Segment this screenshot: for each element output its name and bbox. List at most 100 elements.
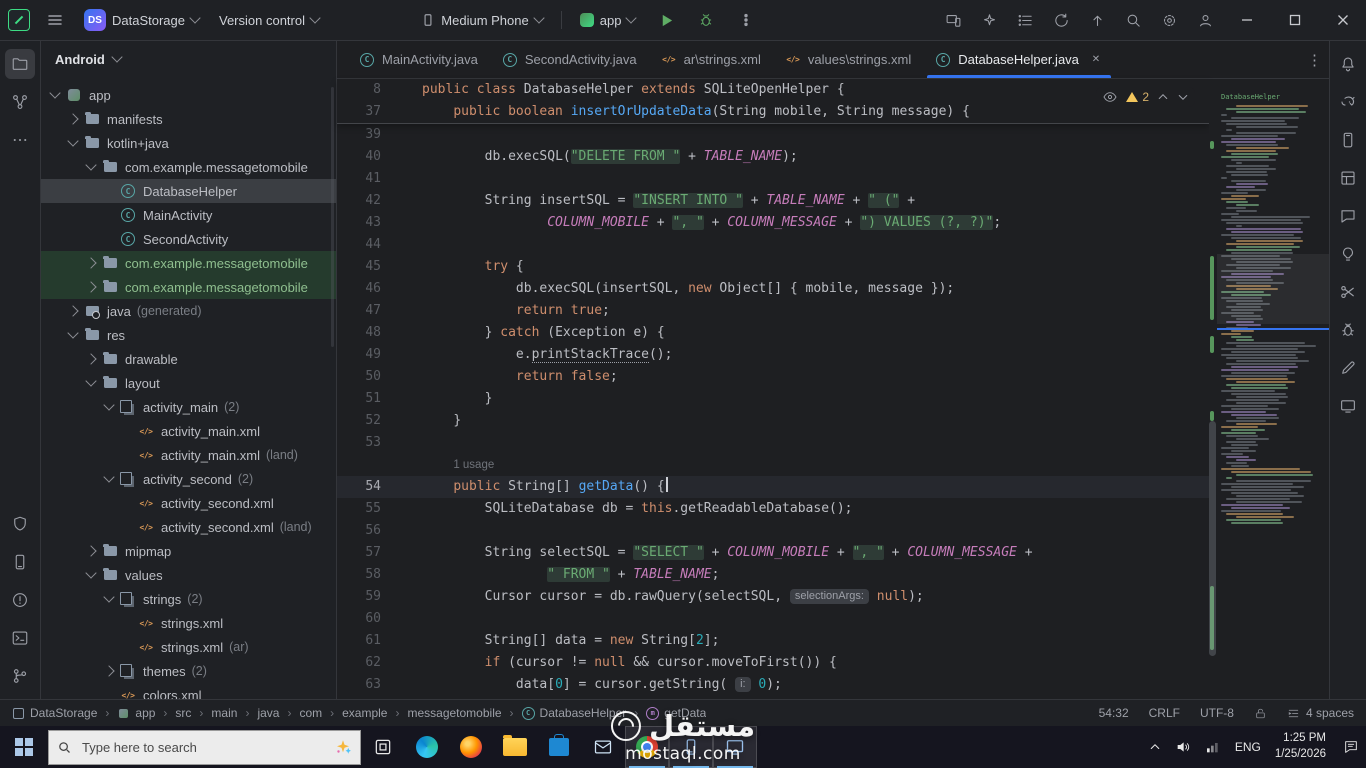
minimap-viewport[interactable] — [1217, 254, 1329, 324]
app-links-button[interactable] — [1333, 277, 1363, 307]
tree-item-activity_main[interactable]: activity_main (2) — [41, 395, 336, 419]
chrome-button[interactable] — [625, 726, 669, 768]
editor-tab[interactable]: MainActivity.java — [347, 41, 490, 78]
task-view-button[interactable] — [361, 726, 405, 768]
structure-tool-button[interactable] — [5, 87, 35, 117]
tree-item-manifests[interactable]: manifests — [41, 107, 336, 131]
chevron-down-icon[interactable] — [67, 135, 79, 147]
tree-item-MainActivity[interactable]: MainActivity — [41, 203, 336, 227]
chevron-down-icon[interactable] — [67, 327, 79, 339]
caret-position[interactable]: 54:32 — [1099, 706, 1129, 720]
tree-item-com.example.messagetomobile[interactable]: com.example.messagetomobile — [41, 251, 336, 275]
more-tool-windows-button[interactable] — [5, 125, 35, 155]
volume-button[interactable] — [1168, 726, 1198, 768]
version-control-tool-button[interactable] — [5, 661, 35, 691]
problems-tool-button[interactable] — [5, 585, 35, 615]
breadcrumb-java[interactable]: java — [257, 706, 299, 720]
store-button[interactable] — [537, 726, 581, 768]
minimap[interactable]: DatabaseHelper — [1209, 79, 1329, 699]
project-scrollbar[interactable] — [331, 87, 334, 347]
ai-assistant-button[interactable] — [972, 5, 1006, 35]
tree-item-kotlin+java[interactable]: kotlin+java — [41, 131, 336, 155]
chevron-right-icon[interactable] — [67, 113, 79, 125]
lock-icon[interactable] — [1254, 707, 1267, 720]
tab-options-icon[interactable] — [1301, 46, 1329, 74]
cortana-sparkle-icon[interactable] — [334, 738, 352, 756]
close-tab-icon[interactable] — [1089, 53, 1103, 67]
more-actions-button[interactable] — [729, 5, 763, 35]
breadcrumb-DatabaseHelper[interactable]: DatabaseHelper — [522, 706, 647, 720]
network-button[interactable] — [1198, 726, 1228, 768]
run-configuration-selector[interactable]: app — [572, 5, 644, 35]
file-explorer-button[interactable] — [493, 726, 537, 768]
breadcrumb-messagetomobile[interactable]: messagetomobile — [407, 706, 521, 720]
tree-item-strings.xml[interactable]: strings.xml (ar) — [41, 635, 336, 659]
device-selector[interactable]: Medium Phone — [413, 5, 550, 35]
tree-item-activity_second.xml[interactable]: activity_second.xml — [41, 491, 336, 515]
layout-inspector-button[interactable] — [1333, 163, 1363, 193]
taskbar-search[interactable] — [48, 729, 361, 765]
tree-item-java[interactable]: java (generated) — [41, 299, 336, 323]
profile-button[interactable] — [1188, 5, 1222, 35]
tree-item-com.example.messagetomobile[interactable]: com.example.messagetomobile — [41, 155, 336, 179]
editor-tab[interactable]: SecondActivity.java — [490, 41, 649, 78]
tree-item-activity_second.xml[interactable]: activity_second.xml (land) — [41, 515, 336, 539]
tree-item-res[interactable]: res — [41, 323, 336, 347]
tree-item-mipmap[interactable]: mipmap — [41, 539, 336, 563]
project-widget[interactable]: DS DataStorage — [76, 5, 207, 35]
firefox-button[interactable] — [449, 726, 493, 768]
editor-tab[interactable]: values\strings.xml — [773, 41, 923, 78]
terminal-tool-button[interactable] — [5, 623, 35, 653]
chevron-down-icon[interactable] — [85, 375, 97, 387]
code-editor[interactable]: 39 40 db.execSQL("DELETE FROM " + TABLE_N… — [337, 124, 1329, 699]
device-mirroring-button[interactable] — [936, 5, 970, 35]
breadcrumb-DataStorage[interactable]: DataStorage — [12, 706, 117, 720]
tree-item-strings.xml[interactable]: strings.xml — [41, 611, 336, 635]
chevron-down-icon[interactable] — [103, 399, 115, 411]
tree-item-activity_main.xml[interactable]: activity_main.xml (land) — [41, 443, 336, 467]
tree-item-themes[interactable]: themes (2) — [41, 659, 336, 683]
breadcrumb-example[interactable]: example — [342, 706, 407, 720]
chevron-right-icon[interactable] — [85, 257, 97, 269]
running-devices-button[interactable] — [1333, 125, 1363, 155]
close-button[interactable] — [1320, 0, 1366, 40]
minimize-button[interactable] — [1224, 0, 1270, 40]
tree-item-com.example.messagetomobile[interactable]: com.example.messagetomobile — [41, 275, 336, 299]
assistant-button[interactable] — [1333, 239, 1363, 269]
version-control-menu[interactable]: Version control — [211, 5, 327, 35]
project-view-selector[interactable]: Android — [41, 41, 336, 77]
mail-button[interactable] — [581, 726, 625, 768]
logcat-button[interactable] — [1333, 315, 1363, 345]
tree-item-strings[interactable]: strings (2) — [41, 587, 336, 611]
file-encoding[interactable]: UTF-8 — [1200, 706, 1234, 720]
chevron-down-icon[interactable] — [49, 87, 61, 99]
sync-button[interactable] — [1044, 5, 1078, 35]
breadcrumb-com[interactable]: com — [299, 706, 342, 720]
tree-item-drawable[interactable]: drawable — [41, 347, 336, 371]
breadcrumb-app[interactable]: app — [117, 706, 175, 720]
settings-button[interactable] — [1152, 5, 1186, 35]
todo-list-button[interactable] — [1008, 5, 1042, 35]
chevron-right-icon[interactable] — [85, 281, 97, 293]
maximize-button[interactable] — [1272, 0, 1318, 40]
tree-item-SecondActivity[interactable]: SecondActivity — [41, 227, 336, 251]
editor-scrollbar[interactable] — [1209, 421, 1216, 656]
chevron-right-icon[interactable] — [103, 665, 115, 677]
chevron-right-icon[interactable] — [85, 545, 97, 557]
chevron-down-icon[interactable] — [85, 567, 97, 579]
debug-button[interactable] — [689, 5, 723, 35]
emulator-taskbar-button[interactable] — [669, 726, 713, 768]
line-separator[interactable]: CRLF — [1149, 706, 1180, 720]
tree-item-colors.xml[interactable]: colors.xml — [41, 683, 336, 700]
app-insights-button[interactable] — [1333, 201, 1363, 231]
tray-expand-button[interactable] — [1142, 726, 1168, 768]
chevron-down-icon[interactable] — [103, 591, 115, 603]
tree-item-DatabaseHelper[interactable]: DatabaseHelper — [41, 179, 336, 203]
gradle-tool-button[interactable] — [1333, 87, 1363, 117]
start-button[interactable] — [0, 726, 48, 768]
tree-item-app[interactable]: app — [41, 83, 336, 107]
tree-item-activity_second[interactable]: activity_second (2) — [41, 467, 336, 491]
breadcrumb-src[interactable]: src — [175, 706, 211, 720]
inspections-widget[interactable]: 2 — [1096, 87, 1195, 107]
vcs-update-button[interactable] — [1080, 5, 1114, 35]
